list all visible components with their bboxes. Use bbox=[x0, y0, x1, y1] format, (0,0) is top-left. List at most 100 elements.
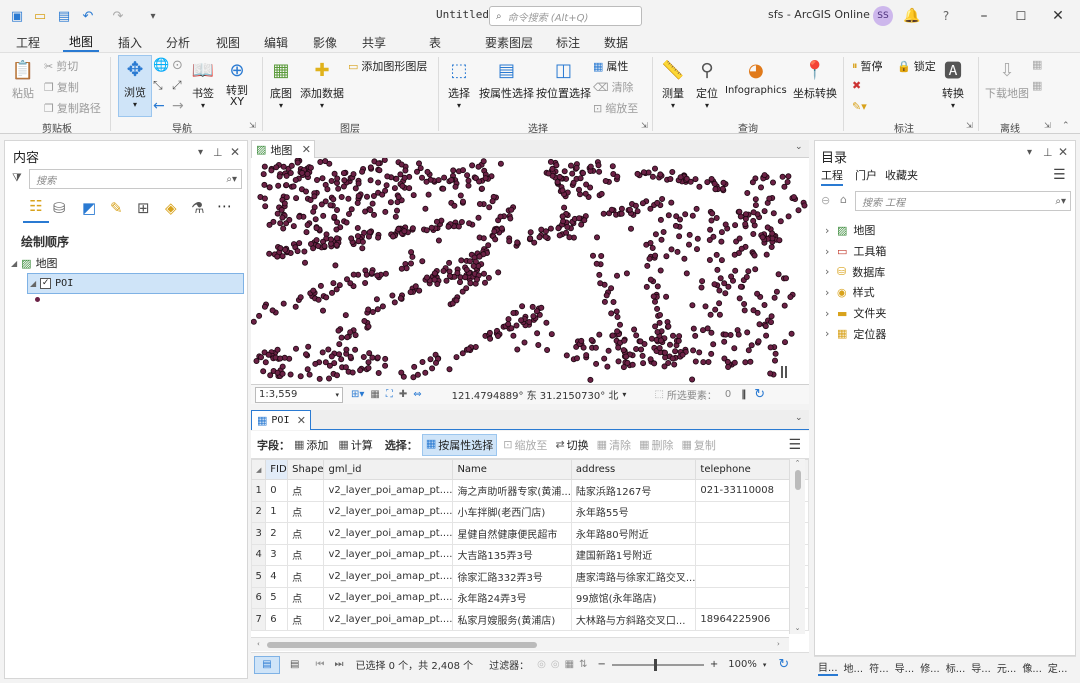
show-all-records-icon[interactable]: ▤ bbox=[254, 655, 280, 674]
poi-point[interactable] bbox=[274, 253, 281, 260]
poi-point[interactable] bbox=[422, 205, 429, 212]
poi-point[interactable] bbox=[545, 170, 552, 177]
catalog-item[interactable]: › ▦ 定位器 bbox=[825, 323, 886, 344]
poi-point[interactable] bbox=[393, 207, 400, 214]
poi-point[interactable] bbox=[563, 229, 570, 236]
poi-point[interactable] bbox=[310, 245, 317, 252]
poi-point[interactable] bbox=[262, 203, 269, 210]
table-row[interactable]: 2 1 点 v2_layer_poi_amap_pt.... 小车拌脚(老西门店) 永年路… bbox=[251, 500, 809, 523]
poi-point[interactable] bbox=[428, 224, 435, 231]
poi-point[interactable] bbox=[330, 196, 337, 203]
poi-point[interactable] bbox=[712, 186, 719, 193]
poi-point[interactable] bbox=[374, 272, 381, 279]
poi-point[interactable] bbox=[441, 174, 448, 181]
poi-point[interactable] bbox=[361, 317, 368, 324]
poi-point[interactable] bbox=[656, 344, 663, 351]
poi-point[interactable] bbox=[623, 270, 630, 277]
poi-point[interactable] bbox=[304, 222, 311, 229]
poi-point[interactable] bbox=[354, 233, 361, 240]
poi-point[interactable] bbox=[497, 213, 504, 220]
poi-point[interactable] bbox=[489, 198, 496, 205]
poi-point[interactable] bbox=[736, 208, 743, 215]
poi-point[interactable] bbox=[614, 313, 621, 320]
poi-point[interactable] bbox=[365, 323, 372, 330]
poi-point[interactable] bbox=[718, 238, 725, 245]
poi-point[interactable] bbox=[363, 271, 370, 278]
refresh-alt-icon[interactable]: ✚ bbox=[399, 389, 407, 400]
poi-point[interactable] bbox=[373, 296, 380, 303]
poi-point[interactable] bbox=[302, 259, 309, 266]
poi-point[interactable] bbox=[336, 341, 343, 348]
pane-tab[interactable]: 像... bbox=[1022, 660, 1042, 675]
poi-point[interactable] bbox=[395, 194, 402, 201]
poi-point[interactable] bbox=[728, 273, 735, 280]
poi-point[interactable] bbox=[639, 352, 646, 359]
scroll-thumb[interactable] bbox=[267, 642, 537, 648]
poi-point[interactable] bbox=[478, 185, 485, 192]
poi-point[interactable] bbox=[297, 373, 304, 380]
pane-options-icon[interactable]: ▾ bbox=[198, 147, 203, 158]
table-cell[interactable]: 永年路55号 bbox=[570, 500, 697, 523]
visibility-checkbox[interactable]: ✓ bbox=[40, 278, 52, 289]
poi-point[interactable] bbox=[649, 245, 656, 252]
poi-point[interactable] bbox=[350, 171, 357, 178]
tree-item-poi-layer[interactable]: ◢ ✓ POI bbox=[27, 273, 244, 294]
poi-point[interactable] bbox=[573, 355, 580, 362]
copy-rows-button[interactable]: 复制 bbox=[694, 437, 716, 453]
poi-point[interactable] bbox=[320, 307, 327, 314]
poi-point[interactable] bbox=[317, 282, 324, 289]
poi-point[interactable] bbox=[277, 245, 284, 252]
poi-point[interactable] bbox=[262, 359, 269, 366]
poi-point[interactable] bbox=[334, 175, 341, 182]
poi-point[interactable] bbox=[347, 280, 354, 287]
poi-point[interactable] bbox=[621, 337, 628, 344]
poi-point[interactable] bbox=[408, 249, 415, 256]
poi-point[interactable] bbox=[526, 318, 533, 325]
poi-point[interactable] bbox=[313, 237, 320, 244]
poi-point[interactable] bbox=[310, 287, 317, 294]
poi-point[interactable] bbox=[423, 227, 430, 234]
poi-point[interactable] bbox=[340, 170, 347, 177]
poi-point[interactable] bbox=[681, 255, 688, 262]
poi-point[interactable] bbox=[418, 174, 425, 181]
poi-point[interactable] bbox=[508, 325, 515, 332]
pane-tab[interactable]: 地... bbox=[844, 660, 864, 675]
poi-point[interactable] bbox=[627, 225, 634, 232]
poi-point[interactable] bbox=[383, 182, 390, 189]
tab-analysis[interactable]: 分析 bbox=[160, 32, 196, 52]
poi-point[interactable] bbox=[722, 290, 729, 297]
poi-point[interactable] bbox=[330, 280, 337, 287]
poi-point[interactable] bbox=[750, 209, 757, 216]
poi-point[interactable] bbox=[583, 181, 590, 188]
poi-point[interactable] bbox=[466, 220, 473, 227]
poi-point[interactable] bbox=[710, 341, 717, 348]
poi-point[interactable] bbox=[361, 229, 368, 236]
poi-point[interactable] bbox=[661, 349, 668, 356]
poi-point[interactable] bbox=[615, 344, 622, 351]
poi-point[interactable] bbox=[589, 252, 596, 259]
poi-point[interactable] bbox=[624, 359, 631, 366]
poi-point[interactable] bbox=[407, 260, 414, 267]
previous-extent-icon[interactable]: ← bbox=[153, 98, 165, 114]
poi-point[interactable] bbox=[652, 231, 659, 238]
poi-point[interactable] bbox=[367, 207, 374, 214]
poi-point[interactable] bbox=[296, 240, 303, 247]
poi-point[interactable] bbox=[669, 168, 676, 175]
poi-point[interactable] bbox=[334, 372, 341, 379]
poi-point[interactable] bbox=[708, 217, 715, 224]
poi-point[interactable] bbox=[476, 253, 483, 260]
horizontal-scrollbar[interactable]: ‹ › bbox=[251, 637, 789, 651]
poi-point[interactable] bbox=[445, 223, 452, 230]
poi-point[interactable] bbox=[704, 325, 711, 332]
poi-point[interactable] bbox=[476, 201, 483, 208]
poi-point[interactable] bbox=[334, 235, 341, 242]
poi-point[interactable] bbox=[279, 253, 286, 260]
poi-point[interactable] bbox=[634, 208, 641, 215]
poi-point[interactable] bbox=[676, 333, 683, 340]
poi-point[interactable] bbox=[741, 307, 748, 314]
table-cell[interactable]: v2_layer_poi_amap_pt.... bbox=[323, 565, 454, 588]
poi-point[interactable] bbox=[406, 185, 413, 192]
poi-point[interactable] bbox=[631, 326, 638, 333]
poi-point[interactable] bbox=[596, 168, 603, 175]
poi-point[interactable] bbox=[409, 253, 416, 260]
